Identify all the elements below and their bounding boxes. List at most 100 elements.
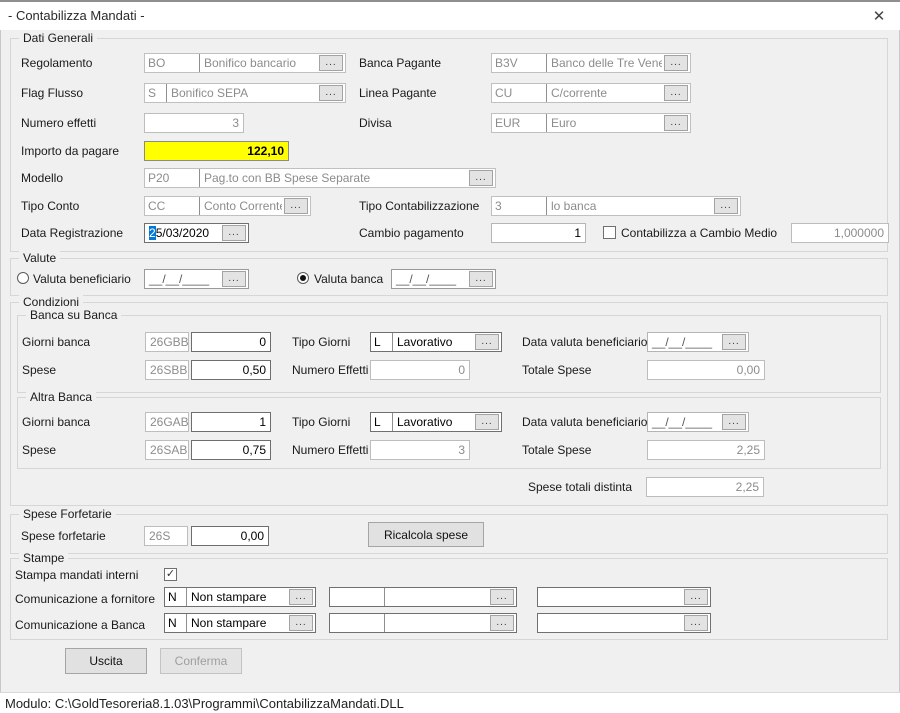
spese-forfetarie-code[interactable]: 26S (144, 526, 188, 546)
tipo-giorni-field[interactable]: L Lavorativo ... (370, 412, 502, 432)
banca-pagante-code[interactable]: B3V (492, 54, 547, 72)
modello-code[interactable]: P20 (145, 169, 200, 187)
linea-pagante-label: Linea Pagante (359, 83, 436, 103)
modello-field[interactable]: P20 Pag.to con BB Spese Separate ... (144, 168, 496, 188)
spese-forfetarie-value[interactable]: 0,00 (191, 526, 269, 546)
flag-flusso-browse-button[interactable]: ... (319, 85, 343, 101)
date-mask[interactable]: __/__/____ (648, 335, 720, 349)
banca-pagante-browse-button[interactable]: ... (664, 55, 688, 71)
ricalcola-spese-button[interactable]: Ricalcola spese (368, 522, 484, 547)
numero-effetti-value[interactable]: 3 (370, 440, 470, 460)
banca-pagante-field[interactable]: B3V Banco delle Tre Vene ... (491, 53, 691, 73)
valuta-beneficiario-radio[interactable] (17, 272, 29, 284)
status-bar: Modulo: C:\GoldTesoreria8.1.03\Programmi… (0, 692, 900, 713)
group-title: Banca su Banca (26, 308, 121, 322)
tipo-giorni-browse-button[interactable]: ... (475, 334, 499, 350)
giorni-banca-label: Giorni banca (22, 412, 90, 432)
comunicazione-banca-extra1-field[interactable]: ... (329, 613, 517, 633)
regolamento-code[interactable]: BO (145, 54, 200, 72)
valuta-banca-date-mask[interactable]: __/__/____ (392, 272, 467, 286)
cambio-medio-checkbox[interactable] (603, 226, 616, 239)
linea-pagante-code[interactable]: CU (492, 84, 547, 102)
importo-da-pagare-field[interactable]: 122,10 (144, 141, 289, 161)
stampa-mandati-interni-checkbox[interactable]: ✓ (164, 568, 177, 581)
conferma-button[interactable]: Conferma (160, 648, 242, 674)
title-bar: - Contabilizza Mandati - ✕ (0, 0, 900, 30)
valuta-beneficiario-label: Valuta beneficiario (33, 269, 131, 289)
tipo-contabilizzazione-field[interactable]: 3 lo banca ... (491, 196, 741, 216)
giorni-banca-code[interactable]: 26GAB (145, 412, 189, 432)
comunicazione-fornitore-field[interactable]: N Non stampare ... (164, 587, 316, 607)
totale-spese-value[interactable]: 2,25 (647, 440, 765, 460)
spese-code[interactable]: 26SAB (145, 440, 189, 460)
banca-pagante-desc: Banco delle Tre Vene (547, 56, 662, 70)
valuta-beneficiario-browse-button[interactable]: ... (222, 271, 246, 287)
tipo-giorni-field[interactable]: L Lavorativo ... (370, 332, 502, 352)
giorni-banca-label: Giorni banca (22, 332, 90, 352)
spese-value[interactable]: 0,75 (191, 440, 271, 460)
extra-browse-button[interactable]: ... (684, 589, 708, 605)
tipo-giorni-code[interactable]: L (371, 333, 393, 351)
valuta-banca-date-field[interactable]: __/__/____ ... (391, 269, 496, 289)
data-registrazione-field[interactable]: 25/03/2020 ... (144, 223, 249, 243)
numero-effetti-field[interactable]: 3 (144, 113, 244, 133)
tipo-giorni-browse-button[interactable]: ... (475, 414, 499, 430)
spese-totali-distinta-value[interactable]: 2,25 (646, 477, 764, 497)
comunicazione-banca-browse-button[interactable]: ... (289, 615, 313, 631)
comunicazione-fornitore-extra2-field[interactable]: ... (537, 587, 711, 607)
tipo-conto-field[interactable]: CC Conto Corrente ... (144, 196, 311, 216)
group-dati-generali: Dati Generali Regolamento BO Bonifico ba… (10, 38, 888, 252)
spese-code[interactable]: 26SBB (145, 360, 189, 380)
comunicazione-fornitore-extra1-field[interactable]: ... (329, 587, 517, 607)
cambio-medio-rate-field[interactable]: 1,000000 (791, 223, 889, 243)
uscita-button[interactable]: Uscita (65, 648, 147, 674)
data-registrazione-browse-button[interactable]: ... (222, 225, 246, 241)
tipo-giorni-code[interactable]: L (371, 413, 393, 431)
data-registrazione-value[interactable]: 25/03/2020 (145, 226, 220, 240)
giorni-banca-value[interactable]: 1 (191, 412, 271, 432)
flag-flusso-field[interactable]: S Bonifico SEPA ... (144, 83, 346, 103)
regolamento-field[interactable]: BO Bonifico bancario ... (144, 53, 346, 73)
comunicazione-fornitore-code[interactable]: N (165, 588, 187, 606)
linea-pagante-field[interactable]: CU C/corrente ... (491, 83, 691, 103)
date-mask[interactable]: __/__/____ (648, 415, 720, 429)
modello-browse-button[interactable]: ... (469, 170, 493, 186)
valuta-banca-browse-button[interactable]: ... (469, 271, 493, 287)
close-icon[interactable]: ✕ (868, 6, 890, 28)
selected-text: 2 (149, 226, 156, 240)
data-valuta-beneficiario-field[interactable]: __/__/____ ... (647, 412, 749, 432)
extra-code[interactable] (330, 588, 385, 606)
flag-flusso-code[interactable]: S (145, 84, 167, 102)
regolamento-browse-button[interactable]: ... (319, 55, 343, 71)
comunicazione-fornitore-browse-button[interactable]: ... (289, 589, 313, 605)
comunicazione-banca-code[interactable]: N (165, 614, 187, 632)
tipo-conto-code[interactable]: CC (145, 197, 200, 215)
tipo-conto-browse-button[interactable]: ... (284, 198, 308, 214)
tipo-contabilizzazione-code[interactable]: 3 (492, 197, 547, 215)
totale-spese-value[interactable]: 0,00 (647, 360, 765, 380)
data-valuta-beneficiario-browse-button[interactable]: ... (722, 414, 746, 430)
linea-pagante-browse-button[interactable]: ... (664, 85, 688, 101)
valuta-banca-radio[interactable] (297, 272, 309, 284)
data-valuta-beneficiario-field[interactable]: __/__/____ ... (647, 332, 749, 352)
giorni-banca-value[interactable]: 0 (191, 332, 271, 352)
extra-browse-button[interactable]: ... (490, 615, 514, 631)
divisa-browse-button[interactable]: ... (664, 115, 688, 131)
giorni-banca-code[interactable]: 26GBB (145, 332, 189, 352)
numero-effetti-label: Numero effetti (21, 113, 96, 133)
comunicazione-banca-field[interactable]: N Non stampare ... (164, 613, 316, 633)
data-valuta-beneficiario-browse-button[interactable]: ... (722, 334, 746, 350)
extra-browse-button[interactable]: ... (684, 615, 708, 631)
valuta-beneficiario-date-field[interactable]: __/__/____ ... (144, 269, 249, 289)
valuta-beneficiario-date-mask[interactable]: __/__/____ (145, 272, 220, 286)
comunicazione-banca-extra2-field[interactable]: ... (537, 613, 711, 633)
extra-code[interactable] (330, 614, 385, 632)
cambio-pagamento-field[interactable]: 1 (491, 223, 586, 243)
spese-value[interactable]: 0,50 (191, 360, 271, 380)
tipo-contabilizzazione-browse-button[interactable]: ... (714, 198, 738, 214)
divisa-code[interactable]: EUR (492, 114, 547, 132)
numero-effetti-value[interactable]: 0 (370, 360, 470, 380)
divisa-field[interactable]: EUR Euro ... (491, 113, 691, 133)
group-condizioni: Condizioni Banca su Banca Giorni banca 2… (10, 302, 888, 506)
extra-browse-button[interactable]: ... (490, 589, 514, 605)
